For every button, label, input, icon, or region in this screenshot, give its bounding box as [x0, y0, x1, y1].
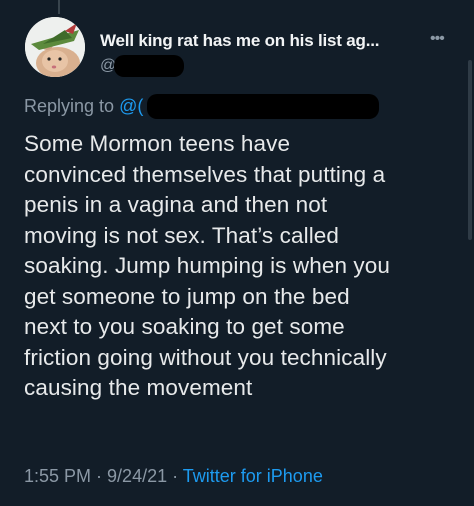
tweet-text-line: Some Mormon teens have	[24, 131, 291, 156]
avatar[interactable]	[25, 17, 85, 77]
tweet-meta: 1:55 PM · 9/24/21 · Twitter for iPhone	[24, 466, 323, 487]
replying-prefix: Replying to	[24, 96, 120, 116]
scrollbar[interactable]	[468, 60, 472, 240]
separator: ·	[167, 466, 183, 486]
tweet-time[interactable]: 1:55 PM	[24, 466, 91, 486]
tweet-text-line: causing the movement	[24, 375, 253, 400]
tweet-text-line: get someone to jump on the bed	[24, 283, 350, 309]
replying-mention[interactable]: @(	[119, 96, 143, 116]
more-icon[interactable]: •••	[430, 30, 445, 48]
display-name[interactable]: Well king rat has me on his list ag...	[100, 31, 379, 51]
redaction-bar	[114, 55, 184, 77]
redaction-bar	[147, 94, 379, 119]
tweet-text-line: moving is not sex. That’s called	[24, 222, 340, 248]
tweet-text-line: soaking. Jump humping is when you	[24, 253, 391, 278]
tweet-text-line: friction going without you technically	[24, 344, 387, 370]
tweet-text-line: next to you soaking to get some	[24, 314, 345, 339]
tweet-text-line: convinced themselves that putting a	[24, 161, 386, 187]
tweet-text: Some Mormon teens have convinced themsel…	[24, 129, 464, 404]
separator: ·	[91, 466, 108, 486]
tweet-text-line: penis in a vagina and then not	[24, 192, 328, 217]
avatar-rat-with-hat-icon	[25, 17, 85, 77]
tweet-date[interactable]: 9/24/21	[107, 466, 167, 486]
thread-line	[58, 0, 60, 14]
tweet-detail: Well king rat has me on his list ag... •…	[0, 0, 474, 506]
tweet-source-link[interactable]: Twitter for iPhone	[183, 466, 323, 486]
